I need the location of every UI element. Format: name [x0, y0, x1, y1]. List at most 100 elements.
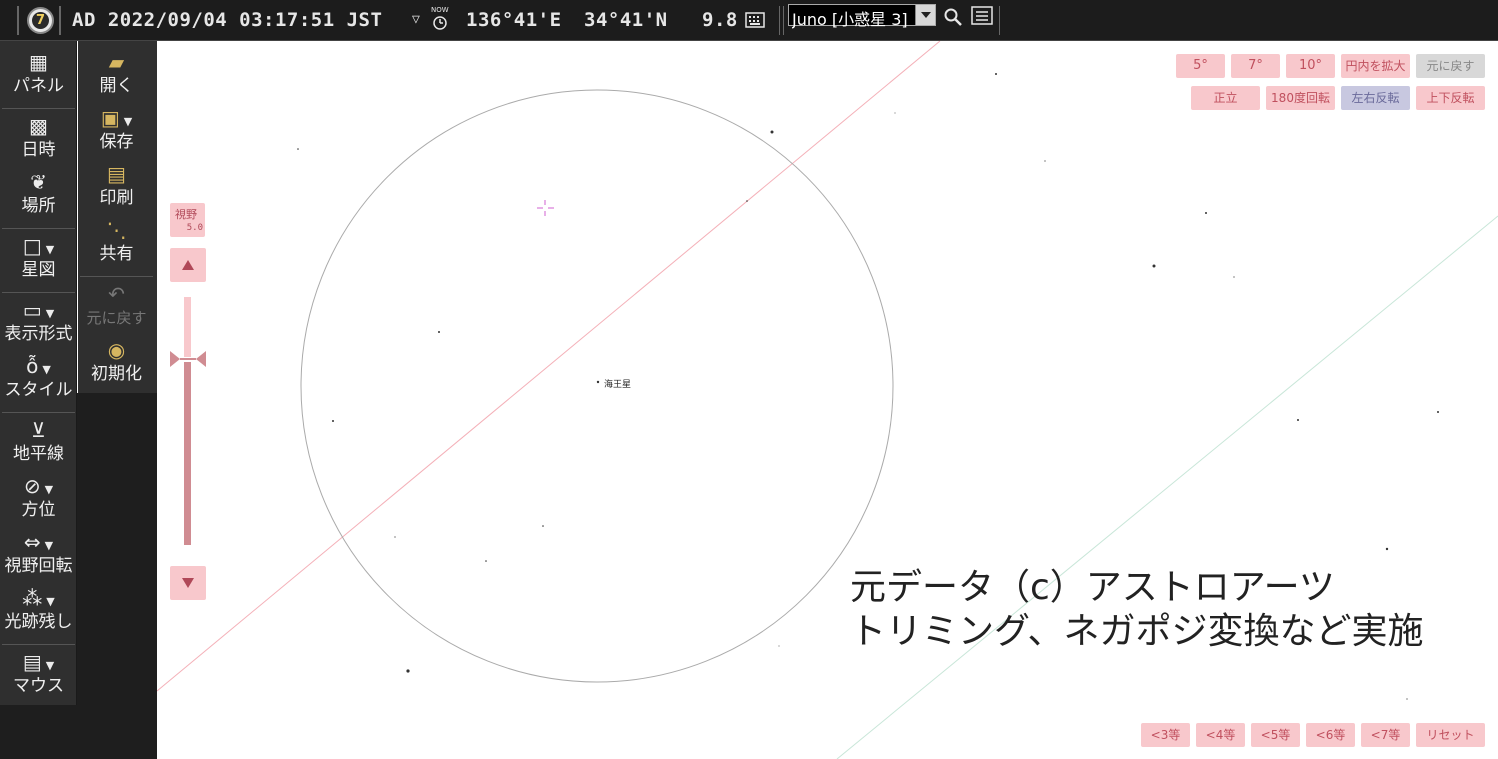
- alarm-clock-icon[interactable]: [432, 14, 448, 30]
- mouse-icon: ▤ ▼: [22, 650, 55, 674]
- trail-button[interactable]: ⁂ ▼ 光跡残し: [0, 585, 77, 633]
- upright-button[interactable]: 正立: [1191, 86, 1260, 110]
- undo-icon: ↶: [108, 282, 125, 306]
- app-logo[interactable]: 7: [27, 7, 54, 34]
- binoculars-icon: ỗ ▼: [26, 354, 51, 378]
- object-search-select[interactable]: Juno [小惑星 3]: [788, 4, 936, 29]
- compass-icon: ⊘ ▼: [23, 474, 54, 498]
- magnitude-limit-display[interactable]: 9.8: [702, 9, 738, 31]
- save-icon: ▣ ▼: [100, 106, 133, 130]
- zoom-slider-handle[interactable]: [170, 351, 206, 367]
- divider: [2, 412, 75, 413]
- open-button[interactable]: ▰ 開く: [78, 49, 155, 97]
- caption-line-2: トリミング、ネガポジ変換など実施: [850, 611, 1424, 652]
- mirror-horizontal-button[interactable]: 左右反転: [1341, 86, 1410, 110]
- latitude-display[interactable]: 34°41'N: [584, 9, 668, 31]
- magnitude-5-button[interactable]: <5等: [1251, 723, 1300, 747]
- datetime-button[interactable]: ▩ 日時: [0, 113, 77, 161]
- list-icon[interactable]: [971, 6, 993, 26]
- field-of-view-circle: [300, 89, 894, 683]
- magnitude-7-button[interactable]: <7等: [1361, 723, 1410, 747]
- trail-button-label: 光跡残し: [4, 612, 73, 632]
- reset-icon: ◉: [107, 338, 126, 362]
- printer-icon: ▤: [107, 162, 126, 186]
- divider: [999, 6, 1000, 35]
- zoom-in-arrow-icon[interactable]: [170, 248, 206, 282]
- ecliptic-line: [157, 41, 941, 692]
- dst-dropdown-icon[interactable]: ▽: [412, 12, 420, 27]
- rotate-180-button[interactable]: 180度回転: [1266, 86, 1335, 110]
- divider: [59, 6, 61, 35]
- save-button[interactable]: ▣ ▼ 保存: [78, 105, 155, 153]
- now-button-label[interactable]: NOW: [431, 6, 449, 14]
- horizon-icon: ⊻: [31, 418, 46, 442]
- star-chart-button[interactable]: □ ▼ 星図: [0, 233, 77, 281]
- caption-line-1: 元データ（c）アストロアーツ: [850, 567, 1335, 608]
- keyboard-icon[interactable]: [745, 12, 765, 28]
- fov-title: 視野: [175, 208, 197, 221]
- flip-vertical-button[interactable]: 上下反転: [1416, 86, 1485, 110]
- panel-background: [77, 393, 157, 759]
- horizon-button-label: 地平線: [13, 444, 64, 464]
- initialize-button[interactable]: ◉ 初期化: [78, 337, 155, 385]
- print-button[interactable]: ▤ 印刷: [78, 161, 155, 209]
- calendar-clock-icon: ▩: [29, 114, 48, 138]
- location-button[interactable]: ❦ 場所: [0, 169, 77, 217]
- equator-line: [836, 215, 1498, 759]
- top-bar: 7 AD 2022/09/04 03:17:51 JST ▽ NOW 136°4…: [0, 0, 1498, 41]
- object-search-value: Juno [小惑星 3]: [792, 10, 908, 29]
- mouse-button-label: マウス: [13, 676, 64, 696]
- logo-glyph: 7: [32, 12, 49, 29]
- divider: [2, 108, 75, 109]
- divider: [17, 6, 19, 35]
- magnitude-3-button[interactable]: <3等: [1141, 723, 1190, 747]
- location-icon: ❦: [30, 170, 47, 194]
- zoom-slider-track[interactable]: [184, 362, 191, 545]
- location-button-label: 場所: [21, 196, 56, 216]
- share-icon: ⋱: [106, 218, 127, 242]
- display-format-icon: ▭ ▼: [22, 298, 55, 322]
- file-panel: ▰ 開く ▣ ▼ 保存 ▤ 印刷 ⋱ 共有 ↶ 元に戻す ◉ 初期化: [78, 41, 157, 393]
- divider: [80, 276, 153, 277]
- undo-button-label: 元に戻す: [86, 309, 147, 327]
- fov-5-button[interactable]: 5°: [1176, 54, 1225, 78]
- fov-indicator[interactable]: 視野 5.0: [170, 203, 205, 237]
- datetime-display[interactable]: AD 2022/09/04 03:17:51 JST: [72, 9, 382, 31]
- undo-button[interactable]: ↶ 元に戻す: [78, 281, 155, 329]
- share-button-label: 共有: [99, 244, 134, 264]
- longitude-display[interactable]: 136°41'E: [466, 9, 562, 31]
- open-button-label: 開く: [99, 76, 134, 96]
- zoom-slider-track[interactable]: [184, 297, 191, 357]
- magnitude-6-button[interactable]: <6等: [1306, 723, 1355, 747]
- direction-button-label: 方位: [21, 500, 56, 520]
- rotate-view-button-label: 視野回転: [4, 556, 73, 576]
- direction-button[interactable]: ⊘ ▼ 方位: [0, 473, 77, 521]
- fov-undo-button[interactable]: 元に戻す: [1416, 54, 1485, 78]
- share-button[interactable]: ⋱ 共有: [78, 217, 155, 265]
- star-chart-icon: □ ▼: [22, 234, 55, 258]
- initialize-button-label: 初期化: [91, 364, 142, 384]
- rotate-view-icon: ⇔ ▼: [23, 530, 54, 554]
- magnitude-4-button[interactable]: <4等: [1196, 723, 1245, 747]
- fov-7-button[interactable]: 7°: [1231, 54, 1280, 78]
- save-button-label: 保存: [99, 132, 134, 152]
- divider: [783, 6, 784, 35]
- style-button[interactable]: ỗ ▼ スタイル: [0, 353, 77, 401]
- horizon-button[interactable]: ⊻ 地平線: [0, 417, 77, 465]
- datetime-button-label: 日時: [21, 140, 56, 160]
- rotate-view-button[interactable]: ⇔ ▼ 視野回転: [0, 529, 77, 577]
- image-caption: 元データ（c）アストロアーツ トリミング、ネガポジ変換など実施: [850, 566, 1423, 654]
- style-button-label: スタイル: [4, 380, 73, 400]
- magnify-circle-button[interactable]: 円内を拡大: [1341, 54, 1410, 78]
- chevron-down-icon[interactable]: [915, 5, 935, 25]
- fov-10-button[interactable]: 10°: [1286, 54, 1335, 78]
- zoom-out-arrow-icon[interactable]: [170, 566, 206, 600]
- neptune-label[interactable]: 海王星: [604, 377, 631, 390]
- panel-button[interactable]: ▦ パネル: [0, 49, 77, 97]
- fov-value: 5.0: [186, 223, 203, 233]
- search-icon[interactable]: [943, 7, 963, 27]
- mouse-button[interactable]: ▤ ▼ マウス: [0, 649, 77, 697]
- star-chart-button-label: 星図: [21, 260, 56, 280]
- magnitude-reset-button[interactable]: リセット: [1416, 723, 1485, 747]
- display-format-button[interactable]: ▭ ▼ 表示形式: [0, 297, 77, 345]
